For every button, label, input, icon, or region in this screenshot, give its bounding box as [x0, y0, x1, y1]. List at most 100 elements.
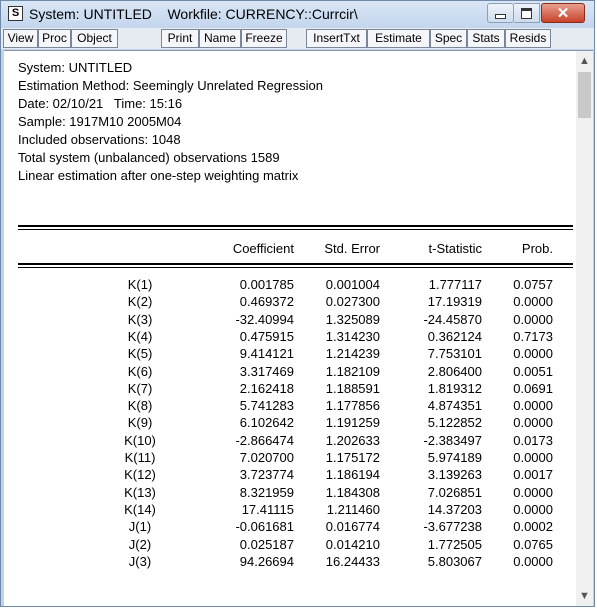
row-prob: 0.0000: [513, 415, 553, 431]
table-top-rule-2: [18, 229, 573, 230]
row-prob: 0.0173: [513, 432, 553, 448]
info-system: System: UNTITLED: [18, 60, 133, 75]
row-variable: K(9): [127, 415, 153, 431]
system-icon: S: [8, 6, 23, 21]
row-t-statistic: -2.383497: [423, 432, 482, 448]
resids-button[interactable]: Resids: [505, 29, 551, 48]
print-button[interactable]: Print: [161, 29, 199, 48]
row-coefficient: -0.061681: [235, 519, 294, 535]
row-variable: J(1): [128, 519, 152, 535]
row-prob: 0.0017: [513, 467, 553, 483]
row-std-error: 1.188591: [325, 380, 380, 396]
name-button[interactable]: Name: [199, 29, 241, 48]
row-coefficient: 3.723774: [239, 467, 294, 483]
row-t-statistic: -24.45870: [423, 311, 482, 327]
header-std-error: Std. Error: [324, 241, 380, 256]
object-button[interactable]: Object: [71, 29, 118, 48]
row-variable: K(2): [127, 294, 153, 310]
estimation-output[interactable]: System: UNTITLED Estimation Method: Seem…: [4, 50, 593, 606]
row-prob: 0.0000: [513, 484, 553, 500]
row-std-error: 16.24433: [325, 553, 380, 569]
info-sample: Sample: 1917M10 2005M04: [18, 114, 182, 129]
row-variable: K(1): [127, 277, 153, 292]
row-variable: K(8): [127, 398, 153, 414]
row-t-statistic: 5.803067: [427, 553, 482, 569]
maximize-icon: [521, 7, 532, 19]
view-button[interactable]: View: [3, 29, 38, 48]
row-coefficient: -2.866474: [235, 432, 294, 448]
row-coefficient: 0.001785: [239, 277, 294, 292]
close-button[interactable]: ✕: [541, 3, 585, 23]
row-t-statistic: 14.37203: [427, 501, 482, 517]
header-bottom-rule: [18, 263, 573, 265]
maximize-button[interactable]: [514, 3, 540, 23]
info-observations: Included observations: 1048: [18, 132, 181, 147]
row-std-error: 0.016774: [325, 519, 380, 535]
row-prob: 0.0051: [513, 363, 553, 379]
row-prob: 0.0002: [513, 519, 553, 535]
stats-button[interactable]: Stats: [467, 29, 505, 48]
row-coefficient: 17.41115: [241, 501, 294, 517]
info-method: Estimation Method: Seemingly Unrelated R…: [18, 78, 323, 93]
row-variable: K(6): [127, 363, 153, 379]
freeze-button[interactable]: Freeze: [241, 29, 287, 48]
row-std-error: 1.202633: [325, 432, 380, 448]
row-std-error: 1.325089: [325, 311, 380, 327]
spec-button[interactable]: Spec: [430, 29, 467, 48]
info-date: Date: 02/10/21 Time: 15:16: [18, 96, 183, 111]
title-bar[interactable]: S System: UNTITLED Workfile: CURRENCY::C…: [1, 1, 594, 28]
row-prob: 0.0000: [513, 346, 553, 362]
row-prob: 0.0757: [513, 277, 553, 292]
row-std-error: 0.014210: [325, 536, 380, 552]
proc-button[interactable]: Proc: [38, 29, 71, 48]
row-t-statistic: 5.974189: [427, 450, 482, 465]
row-coefficient: 0.475915: [239, 328, 294, 344]
header-bottom-rule-2: [18, 267, 573, 268]
row-coefficient: 8.321959: [239, 484, 294, 500]
row-variable: K(4): [127, 328, 153, 344]
row-coefficient: 5.741283: [239, 398, 294, 414]
row-prob: 0.0691: [513, 380, 553, 396]
row-std-error: 0.027300: [325, 294, 380, 310]
scroll-up-icon[interactable]: ▲: [576, 55, 593, 67]
header-t-statistic: t-Statistic: [428, 241, 482, 256]
row-coefficient: 6.102642: [239, 415, 294, 431]
row-t-statistic: 1.772505: [427, 536, 482, 552]
row-prob: 0.0000: [513, 398, 553, 414]
inserttxt-button[interactable]: InsertTxt: [306, 29, 367, 48]
row-coefficient: 9.414121: [239, 346, 294, 362]
row-t-statistic: 7.026851: [427, 484, 482, 500]
scroll-thumb[interactable]: [578, 72, 591, 118]
row-variable: K(5): [127, 346, 153, 362]
minimize-button[interactable]: [487, 3, 514, 23]
vertical-scrollbar[interactable]: ▲ ▼: [576, 51, 593, 606]
row-coefficient: 2.162418: [239, 380, 294, 396]
row-t-statistic: 1.819312: [427, 380, 482, 396]
row-prob: 0.0000: [513, 501, 553, 517]
row-coefficient: 0.469372: [239, 294, 294, 310]
row-t-statistic: -3.677238: [423, 519, 482, 535]
row-prob: 0.0765: [513, 536, 553, 552]
estimate-button[interactable]: Estimate: [367, 29, 430, 48]
row-std-error: 1.175172: [325, 450, 380, 465]
row-std-error: 1.314230: [325, 328, 380, 344]
row-variable: K(7): [127, 380, 153, 396]
row-coefficient: 3.317469: [239, 363, 294, 379]
row-variable: K(11): [124, 450, 156, 465]
row-std-error: 1.214239: [325, 346, 380, 362]
row-t-statistic: 2.806400: [427, 363, 482, 379]
row-variable: K(3): [127, 311, 153, 327]
table-top-rule: [18, 225, 573, 227]
row-std-error: 1.191259: [325, 415, 380, 431]
row-variable: K(12): [124, 467, 156, 483]
window-title: System: UNTITLED Workfile: CURRENCY::Cur…: [29, 6, 358, 22]
system-window: S System: UNTITLED Workfile: CURRENCY::C…: [0, 0, 595, 607]
info-estimation-note: Linear estimation after one-step weighti…: [18, 168, 299, 183]
minimize-icon: [495, 13, 506, 19]
row-coefficient: 0.025187: [239, 536, 294, 552]
row-t-statistic: 17.19319: [427, 294, 482, 310]
row-coefficient: -32.40994: [235, 311, 294, 327]
row-coefficient: 94.26694: [239, 553, 294, 569]
scroll-down-icon[interactable]: ▼: [576, 590, 593, 602]
row-prob: 0.0000: [513, 553, 553, 569]
